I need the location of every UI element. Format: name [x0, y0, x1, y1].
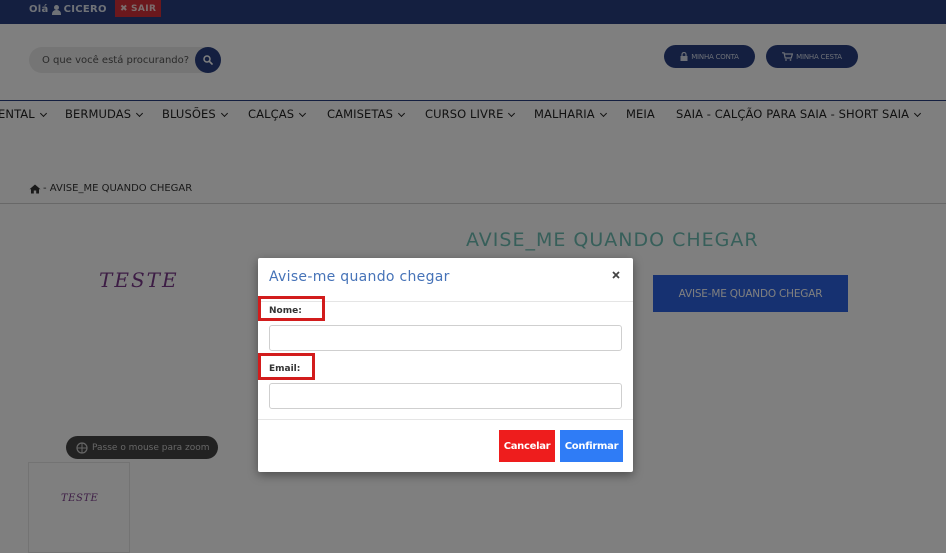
cancel-button[interactable]: Cancelar	[499, 430, 555, 462]
close-icon[interactable]	[611, 270, 621, 280]
email-field[interactable]	[269, 383, 622, 409]
name-label: Nome:	[269, 306, 302, 316]
confirm-button[interactable]: Confirmar	[560, 430, 623, 462]
modal-title: Avise-me quando chegar	[269, 269, 450, 285]
email-label: Email:	[269, 364, 301, 374]
notify-modal: Avise-me quando chegar Nome: Email: Canc…	[258, 258, 633, 472]
modal-footer-divider	[258, 419, 633, 420]
name-field[interactable]	[269, 325, 622, 351]
